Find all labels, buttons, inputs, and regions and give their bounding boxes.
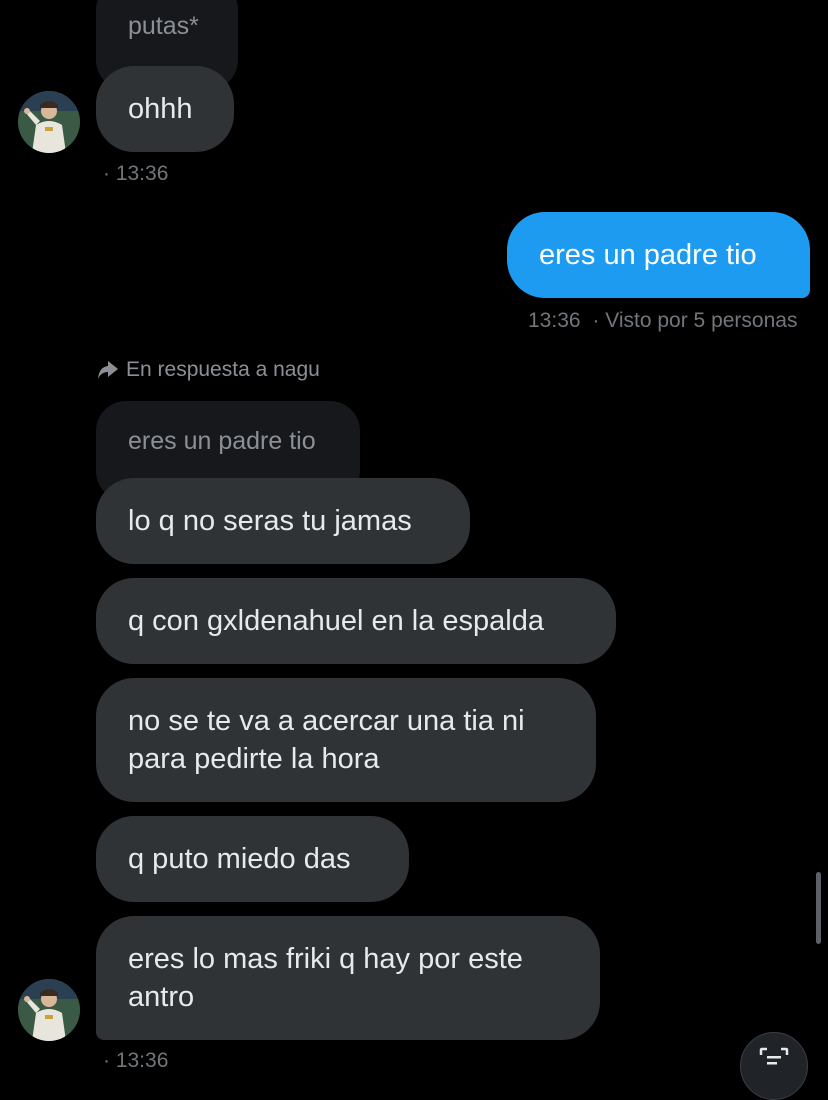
sent-message-meta: 13:36 · Visto por 5 personas xyxy=(528,308,797,334)
reply-arrow-icon xyxy=(96,359,120,381)
received-message[interactable]: eres lo mas friki q hay por este antro xyxy=(96,916,600,1040)
message-text: q con gxldenahuel en la espalda xyxy=(128,605,544,637)
message-timestamp: · 13:36 xyxy=(103,1049,169,1072)
message-timestamp: · 13:36 xyxy=(103,162,169,185)
received-message[interactable]: q con gxldenahuel en la espalda xyxy=(96,578,616,664)
reply-context-label: En respuesta a nagu xyxy=(126,358,320,381)
received-message[interactable]: lo q no seras tu jamas xyxy=(96,478,470,564)
scan-text-button[interactable] xyxy=(740,1032,808,1100)
scan-text-icon xyxy=(759,1047,789,1071)
message-text-line: para pedirte la hora xyxy=(128,743,380,775)
scrollbar[interactable] xyxy=(816,872,821,944)
seen-status: · Visto por 5 personas xyxy=(592,309,798,332)
message-text-line: no se te va a acercar una tia ni xyxy=(128,705,525,737)
quoted-message-text: putas* xyxy=(128,12,199,40)
received-message[interactable]: no se te va a acercar una tia ni para pe… xyxy=(96,678,596,802)
received-message[interactable]: ohhh xyxy=(96,66,234,152)
message-text: ohhh xyxy=(128,93,193,125)
avatar[interactable] xyxy=(18,979,80,1041)
avatar[interactable] xyxy=(18,91,80,153)
message-text: eres un padre tio xyxy=(539,239,757,271)
message-text: lo q no seras tu jamas xyxy=(128,505,412,537)
avatar-image xyxy=(18,979,80,1041)
message-text-line: antro xyxy=(128,981,195,1013)
message-text: q puto miedo das xyxy=(128,843,351,875)
reply-context[interactable]: En respuesta a nagu xyxy=(96,357,320,383)
quoted-message-text: eres un padre tio xyxy=(128,427,316,455)
sent-message-time: 13:36 xyxy=(528,309,581,332)
message-text-line: eres lo mas friki q hay por este xyxy=(128,943,523,975)
sent-message[interactable]: eres un padre tio xyxy=(507,212,810,298)
received-message[interactable]: q puto miedo das xyxy=(96,816,409,902)
avatar-image xyxy=(18,91,80,153)
